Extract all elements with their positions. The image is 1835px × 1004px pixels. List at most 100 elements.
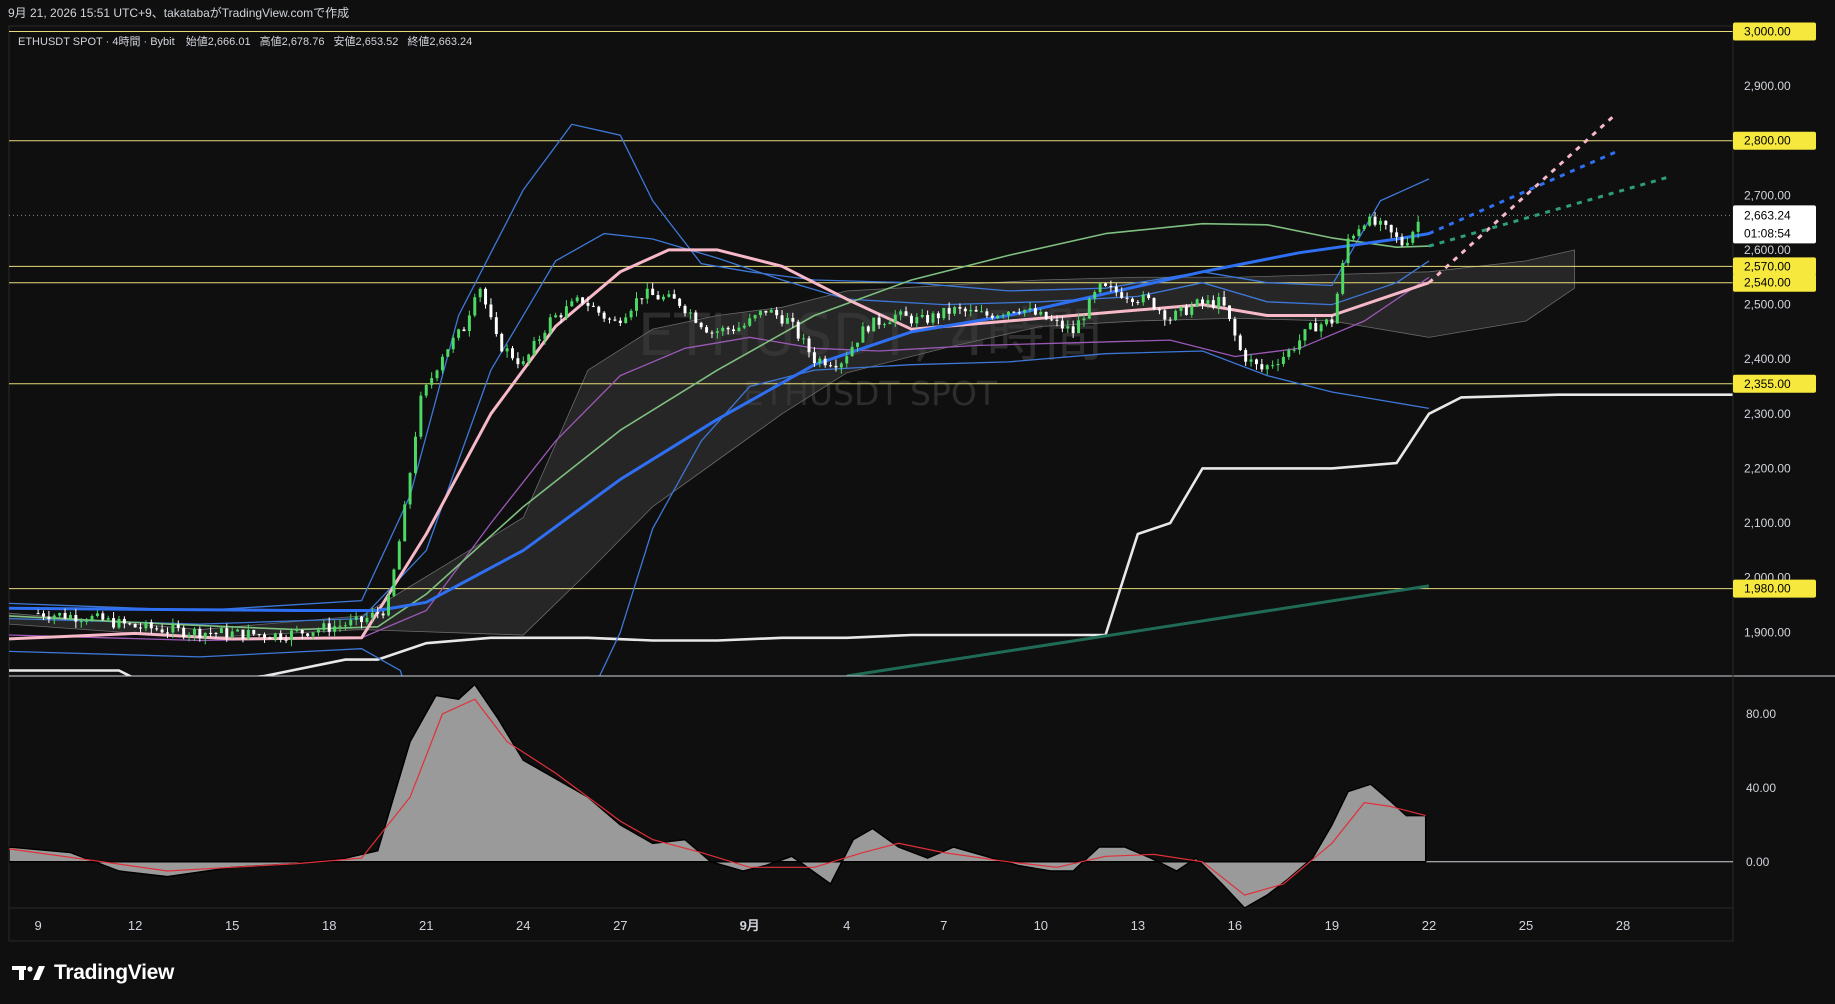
candle-body xyxy=(214,632,218,634)
candle-body xyxy=(1416,221,1420,232)
candle-body xyxy=(1044,311,1048,320)
candle-body xyxy=(1109,285,1113,287)
candle-body xyxy=(112,618,116,628)
candle-body xyxy=(602,312,606,319)
time-tick-label: 27 xyxy=(613,918,627,933)
candle-body xyxy=(171,624,175,633)
candle-body xyxy=(1405,242,1409,246)
legend-close-value: 2,663.24 xyxy=(429,36,472,48)
candle-body xyxy=(246,629,250,639)
price-tick-label: 2,500.00 xyxy=(1744,298,1791,312)
osc-tick-label: 80.00 xyxy=(1746,707,1776,721)
candle-body xyxy=(990,315,994,319)
candle-body xyxy=(586,303,590,306)
price-tick-label: 2,600.00 xyxy=(1744,243,1791,257)
candle-body xyxy=(882,324,886,326)
candle-body xyxy=(856,342,860,347)
candle-body xyxy=(904,311,908,316)
candle-body xyxy=(926,314,930,323)
time-tick-label: 15 xyxy=(225,918,239,933)
candle-body xyxy=(575,297,579,302)
candle-body xyxy=(511,348,514,359)
candle-body xyxy=(451,337,455,350)
candle-body xyxy=(1147,294,1151,298)
candle-body xyxy=(591,305,595,307)
time-tick-label: 19 xyxy=(1325,918,1339,933)
time-tick-label: 24 xyxy=(516,918,530,933)
candle-body xyxy=(958,307,962,309)
candle-body xyxy=(899,311,903,315)
candle-body xyxy=(489,304,493,318)
candle-body xyxy=(1033,308,1037,315)
candle-body xyxy=(360,616,364,623)
candle-body xyxy=(893,314,897,323)
candle-body xyxy=(1006,311,1010,316)
price-chart[interactable]: ETHUSDT, 4時間 ETHUSDT SPOT 1,900.002,000.… xyxy=(0,0,1835,1004)
countdown-text: 01:08:54 xyxy=(1744,226,1791,240)
candle-body xyxy=(1174,310,1178,320)
candle-body xyxy=(322,623,326,630)
candle-body xyxy=(139,627,143,629)
candle-body xyxy=(1265,365,1269,370)
candle-body xyxy=(74,615,78,622)
candle-body xyxy=(1400,236,1404,246)
candle-body xyxy=(1325,319,1329,325)
candle-body xyxy=(635,298,638,311)
candle-body xyxy=(1136,302,1140,304)
candle-body xyxy=(915,316,919,324)
candle-body xyxy=(117,618,121,628)
candle-body xyxy=(338,625,342,627)
candle-body xyxy=(683,305,687,314)
candle-body xyxy=(839,363,843,368)
candle-body xyxy=(1179,306,1183,311)
candle-body xyxy=(1287,349,1291,357)
candle-body xyxy=(1141,294,1145,303)
level-price-text-2: 2,570.00 xyxy=(1744,259,1791,273)
legend-symbol: ETHUSDT SPOT · 4時間 · Bybit xyxy=(18,35,175,48)
candle-body xyxy=(1384,220,1388,225)
candle-body xyxy=(920,314,924,317)
candle-body xyxy=(1303,329,1307,341)
level-price-text-3: 2,540.00 xyxy=(1744,276,1791,290)
candle-body xyxy=(106,618,110,620)
candle-body xyxy=(63,612,67,619)
candle-body xyxy=(564,306,568,318)
candle-body xyxy=(1050,319,1054,321)
candle-body xyxy=(354,616,358,620)
candle-body xyxy=(1292,349,1296,351)
tradingview-logo[interactable]: TradingView xyxy=(12,958,174,988)
candle-body xyxy=(90,616,94,621)
candle-body xyxy=(198,628,202,638)
candle-body xyxy=(494,317,498,334)
candle-body xyxy=(1152,297,1156,310)
price-tick-label: 2,100.00 xyxy=(1744,516,1791,530)
candle-body xyxy=(387,595,390,616)
candle-body xyxy=(1168,319,1172,321)
candle-body xyxy=(850,346,854,357)
candle-body xyxy=(365,617,369,623)
candle-body xyxy=(521,361,525,365)
candle-body xyxy=(829,365,833,367)
candle-body xyxy=(144,622,148,629)
candle-body xyxy=(295,629,299,631)
candle-body xyxy=(128,623,132,625)
candle-body xyxy=(608,318,612,320)
candle-body xyxy=(462,329,466,332)
candle-body xyxy=(661,296,665,300)
candle-body xyxy=(122,618,126,624)
candle-body xyxy=(268,637,272,640)
candle-body xyxy=(1233,318,1237,336)
candle-body xyxy=(1368,216,1372,226)
candle-body xyxy=(1271,365,1275,367)
candle-body xyxy=(1114,286,1118,293)
candle-body xyxy=(1389,224,1393,233)
time-tick-label: 9 xyxy=(34,918,41,933)
candle-body xyxy=(306,633,310,636)
candle-body xyxy=(1087,298,1091,319)
candle-body xyxy=(1249,359,1253,362)
candle-body xyxy=(1130,298,1134,303)
candle-body xyxy=(58,612,62,616)
candle-body xyxy=(969,309,973,312)
candle-body xyxy=(263,634,267,638)
candle-body xyxy=(1228,305,1231,319)
